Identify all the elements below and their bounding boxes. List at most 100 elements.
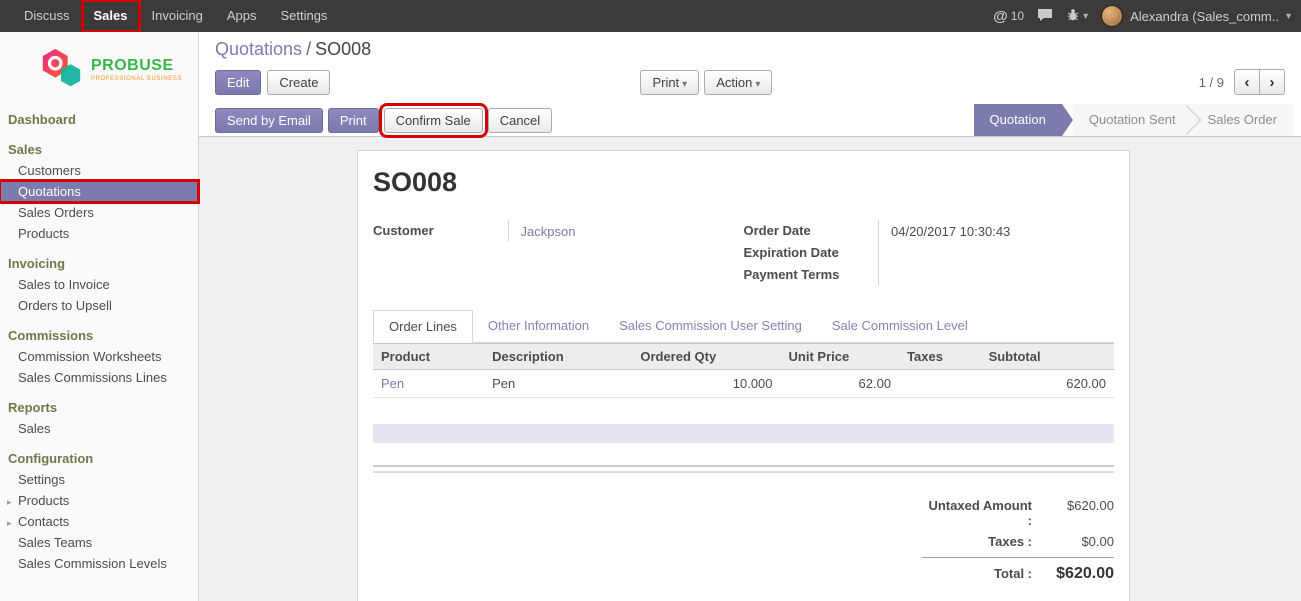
separator-line (373, 465, 1114, 467)
field-group-left: Customer Jackpson (373, 220, 744, 242)
field-value-payment-terms (879, 264, 1115, 286)
sidebar-item-commission-worksheets[interactable]: Commission Worksheets (0, 346, 198, 367)
field-groups: Customer Jackpson Order Date 04/20/2017 … (373, 220, 1114, 286)
activities-button[interactable]: @ 10 (993, 8, 1024, 25)
notebook-tabs: Order LinesOther InformationSales Commis… (373, 310, 1114, 343)
sidebar-item-products[interactable]: ▸Products (0, 490, 198, 511)
activity-count: 10 (1011, 9, 1024, 23)
total-label: Total : (922, 566, 1032, 581)
sidebar-section-dashboard[interactable]: Dashboard (0, 109, 198, 130)
statusbar-state-quotation[interactable]: Quotation (974, 104, 1062, 136)
control-panel-buttons: Edit Create Print▾ Action▾ 1 / 9 ‹ › (215, 69, 1285, 95)
breadcrumb-separator: / (306, 39, 311, 59)
field-label-order-date: Order Date (744, 220, 879, 242)
topbar-menu-discuss[interactable]: Discuss (12, 0, 82, 32)
user-name: Alexandra (Sales_comm.. (1130, 9, 1279, 24)
sidebar-item-orders-to-upsell[interactable]: Orders to Upsell (0, 295, 198, 316)
sidebar-item-label: Sales (18, 421, 51, 436)
statusbar-state-quotation-sent[interactable]: Quotation Sent (1073, 104, 1192, 136)
field-label-customer: Customer (373, 220, 508, 242)
sidebar-item-customers[interactable]: Customers (0, 160, 198, 181)
sidebar-item-sales-commissions-lines[interactable]: Sales Commissions Lines (0, 367, 198, 388)
sidebar-item-sales-teams[interactable]: Sales Teams (0, 532, 198, 553)
statusbar-buttons: Send by EmailPrintConfirm SaleCancel (199, 104, 552, 136)
sidebar-item-sales-orders[interactable]: Sales Orders (0, 202, 198, 223)
sidebar-item-label: Sales Teams (18, 535, 92, 550)
sidebar-item-sales-commission-levels[interactable]: Sales Commission Levels (0, 553, 198, 574)
topbar-menu-apps[interactable]: Apps (215, 0, 269, 32)
tab-sale-commission-level[interactable]: Sale Commission Level (817, 310, 983, 342)
messages-button[interactable] (1037, 8, 1053, 25)
statusbar-state-sales-order[interactable]: Sales Order (1192, 104, 1293, 136)
topbar-menu-settings[interactable]: Settings (268, 0, 339, 32)
main-area: Quotations/SO008 Edit Create Print▾ Acti… (199, 32, 1301, 601)
sidebar-section-sales[interactable]: Sales (0, 139, 198, 160)
user-menu[interactable]: Alexandra (Sales_comm.. ▾ (1101, 5, 1291, 27)
sidebar-item-sales-to-invoice[interactable]: Sales to Invoice (0, 274, 198, 295)
sidebar-section-reports[interactable]: Reports (0, 397, 198, 418)
taxes-value: $0.00 (1042, 534, 1114, 549)
chevron-right-icon[interactable]: ▸ (7, 516, 12, 531)
avatar (1101, 5, 1123, 27)
topbar-menu-invoicing[interactable]: Invoicing (140, 0, 215, 32)
form-sheet: SO008 Customer Jackpson Order Date 04/20… (357, 150, 1130, 601)
confirm-sale-button[interactable]: Confirm Sale (384, 108, 483, 133)
sidebar-section-configuration[interactable]: Configuration (0, 448, 198, 469)
cancel-button[interactable]: Cancel (488, 108, 552, 133)
print-dropdown-label: Print (652, 75, 679, 90)
untaxed-amount-label: Untaxed Amount : (922, 498, 1032, 528)
tab-order-lines[interactable]: Order Lines (373, 310, 473, 343)
customer-link[interactable]: Jackpson (521, 224, 576, 239)
sidebar-item-label: Settings (18, 472, 65, 487)
section-separator-band (373, 424, 1114, 443)
column-header-subtotal[interactable]: Subtotal (981, 344, 1114, 370)
send-by-email-button[interactable]: Send by Email (215, 108, 323, 133)
chevron-right-icon[interactable]: ▸ (7, 495, 12, 510)
sidebar-item-products[interactable]: Products (0, 223, 198, 244)
action-dropdown[interactable]: Action▾ (704, 70, 772, 95)
column-header-ordered-qty[interactable]: Ordered Qty (632, 344, 780, 370)
topbar-menu-sales[interactable]: Sales (82, 0, 140, 32)
sidebar-nav: DashboardSalesCustomersQuotationsSales O… (0, 109, 198, 574)
sidebar-section-invoicing[interactable]: Invoicing (0, 253, 198, 274)
order-line-row[interactable]: PenPen10.00062.00620.00 (373, 370, 1114, 398)
cell-subtotal: 620.00 (981, 370, 1114, 398)
pager-next-button[interactable]: › (1259, 69, 1285, 95)
order-lines-head: ProductDescriptionOrdered QtyUnit PriceT… (373, 344, 1114, 370)
topbar: DiscussSalesInvoicingAppsSettings @ 10 ▾… (0, 0, 1301, 32)
print-button[interactable]: Print (328, 108, 379, 133)
tab-sales-commission-user-setting[interactable]: Sales Commission User Setting (604, 310, 817, 342)
app-logo: PROBUSE PROFESSIONAL BUSINESS (0, 32, 198, 109)
column-header-description[interactable]: Description (484, 344, 632, 370)
sidebar-item-label: Sales Commissions Lines (18, 370, 167, 385)
logo-title: PROBUSE (91, 57, 182, 75)
debug-menu-button[interactable]: ▾ (1066, 8, 1088, 25)
breadcrumb-current: SO008 (315, 39, 371, 59)
product-link[interactable]: Pen (381, 376, 404, 391)
print-dropdown[interactable]: Print▾ (640, 70, 699, 95)
sidebar-item-settings[interactable]: Settings (0, 469, 198, 490)
topbar-menus: DiscussSalesInvoicingAppsSettings (0, 0, 339, 32)
column-header-product[interactable]: Product (373, 344, 484, 370)
sidebar: PROBUSE PROFESSIONAL BUSINESS Dashboard S… (0, 32, 199, 601)
sidebar-item-quotations[interactable]: Quotations (0, 181, 198, 202)
sidebar-item-contacts[interactable]: ▸ Contacts (0, 511, 198, 532)
cell-taxes (899, 370, 981, 398)
pager-prev-button[interactable]: ‹ (1234, 69, 1260, 95)
bug-icon (1066, 8, 1080, 25)
sidebar-item-label: Products (18, 226, 69, 241)
field-value-order-date: 04/20/2017 10:30:43 (879, 220, 1115, 242)
sidebar-item-label: Contacts (18, 514, 69, 529)
sidebar-section-commissions[interactable]: Commissions (0, 325, 198, 346)
cell-ordered-qty: 10.000 (632, 370, 780, 398)
column-header-unit-price[interactable]: Unit Price (781, 344, 900, 370)
cell-product: Pen (373, 370, 484, 398)
breadcrumb-quotations[interactable]: Quotations (215, 39, 302, 59)
column-header-taxes[interactable]: Taxes (899, 344, 981, 370)
sidebar-item-sales[interactable]: Sales (0, 418, 198, 439)
tab-other-information[interactable]: Other Information (473, 310, 604, 342)
edit-button[interactable]: Edit (215, 70, 261, 95)
control-panel: Quotations/SO008 Edit Create Print▾ Acti… (199, 32, 1301, 104)
total-value: $620.00 (1042, 565, 1114, 583)
create-button[interactable]: Create (267, 70, 330, 95)
